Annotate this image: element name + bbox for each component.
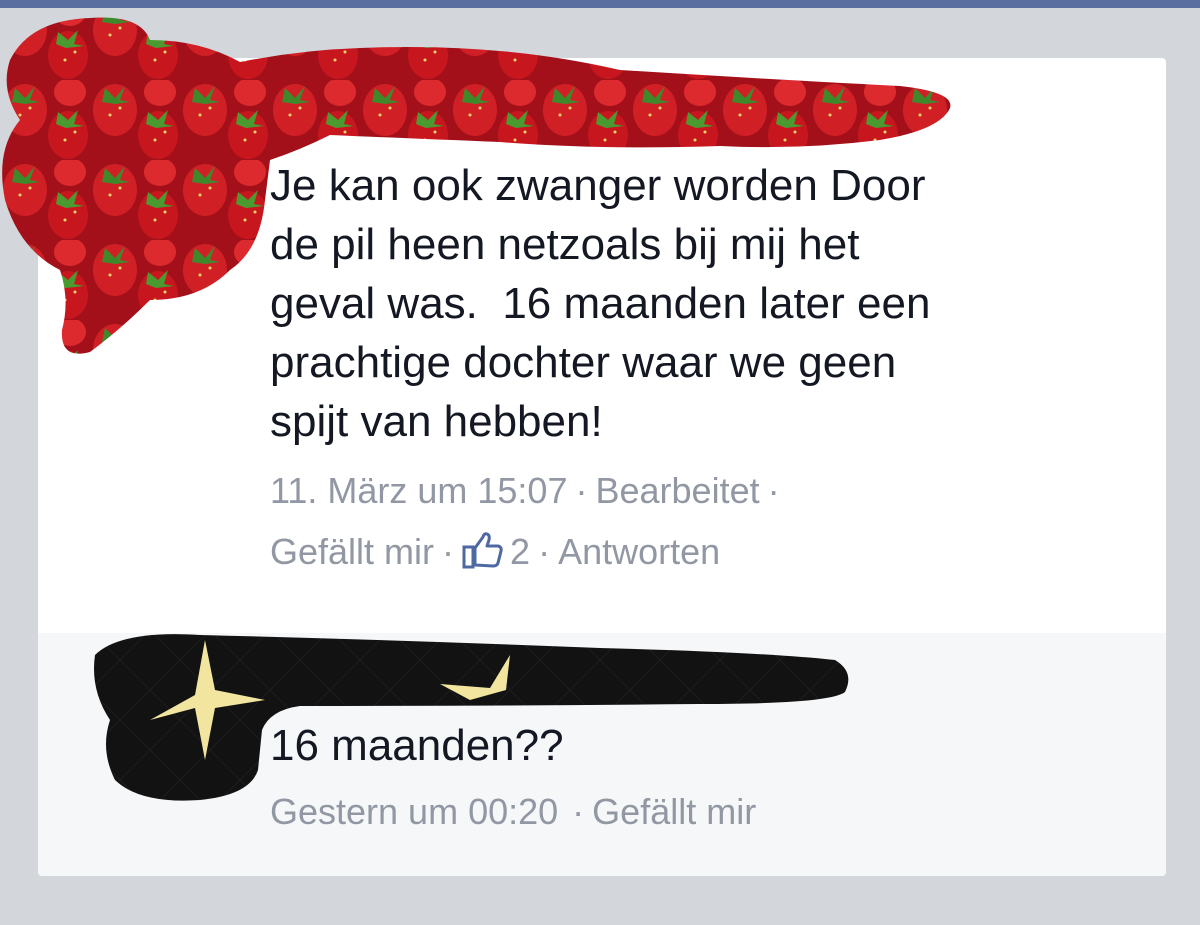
separator: · <box>767 470 780 511</box>
separator: · <box>442 531 455 572</box>
comment-line-2: de pil heen netzoals bij mij het <box>270 220 860 269</box>
comment-card: Je kan ook zwanger worden Door de pil hee… <box>38 58 1166 876</box>
separator: · <box>575 470 588 511</box>
comment-text: Je kan ook zwanger worden Door de pil hee… <box>270 156 1090 451</box>
comment-meta: 11. März um 15:07 · Bearbeitet · <box>270 470 788 512</box>
comment-line-1: Je kan ook zwanger worden Door <box>270 161 926 210</box>
top-bar <box>0 0 1200 8</box>
comment-line-4: prachtige dochter waar we geen <box>270 338 897 387</box>
thumbs-up-icon[interactable] <box>462 530 504 570</box>
edited-label[interactable]: Bearbeitet <box>595 470 759 511</box>
reply-section <box>38 633 1166 876</box>
comment-actions: Gefällt mir · 2 · Antworten <box>270 530 720 573</box>
comment-line-3: geval was. 16 maanden later een <box>270 279 931 328</box>
separator: · <box>572 791 585 832</box>
separator: · <box>538 531 551 572</box>
reply-timestamp[interactable]: Gestern um 00:20 <box>270 791 558 832</box>
reply-button[interactable]: Antworten <box>558 531 720 572</box>
comment-timestamp[interactable]: 11. März um 15:07 <box>270 470 567 511</box>
comment-line-5: spijt van hebben! <box>270 397 603 446</box>
reply-meta: Gestern um 00:20 · Gefällt mir <box>270 791 756 833</box>
like-count[interactable]: 2 <box>510 531 530 572</box>
like-button[interactable]: Gefällt mir <box>270 531 434 572</box>
reply-text: 16 maanden?? <box>270 721 564 770</box>
reply-like-button[interactable]: Gefällt mir <box>592 791 756 832</box>
